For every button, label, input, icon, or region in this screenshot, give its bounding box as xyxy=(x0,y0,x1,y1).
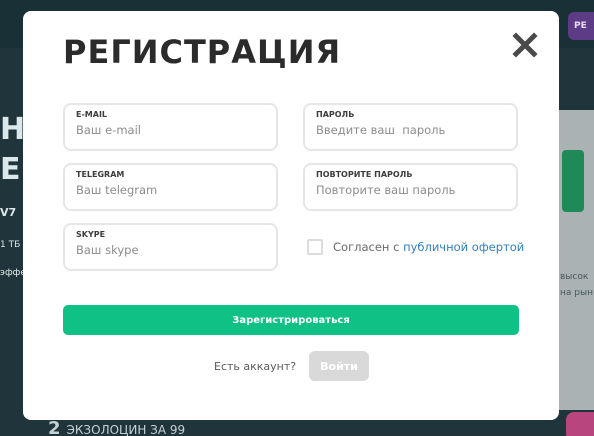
password-repeat-label: ПОВТОРИТЕ ПАРОЛЬ xyxy=(316,170,413,179)
email-field[interactable]: E-MAIL xyxy=(63,103,278,151)
register-button[interactable]: Зарегистрироваться xyxy=(63,305,519,335)
login-button[interactable]: Войти xyxy=(309,351,369,381)
agree-prefix: Согласен с xyxy=(333,240,400,254)
background-bottom-number: 2 xyxy=(48,418,61,436)
password-label: ПАРОЛЬ xyxy=(316,110,355,119)
password-repeat-input[interactable] xyxy=(316,182,506,198)
skype-label: SKYPE xyxy=(76,230,106,239)
agree-text: Согласен с публичной офертой xyxy=(333,240,524,254)
background-card-text-2: на рын xyxy=(560,288,593,298)
public-offer-link[interactable]: публичной офертой xyxy=(403,240,524,254)
telegram-label: TELEGRAM xyxy=(76,170,125,179)
background-gift-icon xyxy=(562,150,584,212)
background-text-3: эффе xyxy=(0,268,24,278)
email-input[interactable] xyxy=(76,122,266,138)
background-header-button: РЕ xyxy=(568,12,594,40)
background-text-2: 1 ТБ xyxy=(0,240,21,250)
telegram-field[interactable]: TELEGRAM xyxy=(63,163,278,211)
skype-field[interactable]: SKYPE xyxy=(63,223,278,271)
have-account-text: Есть аккаунт? xyxy=(214,360,297,373)
password-repeat-field[interactable]: ПОВТОРИТЕ ПАРОЛЬ xyxy=(303,163,518,211)
background-bottom-item: 2 ЭКЗОЛОЦИН ЗА 99 xyxy=(48,418,198,436)
telegram-input[interactable] xyxy=(76,182,266,198)
skype-input[interactable] xyxy=(76,242,266,258)
background-card-text-1: высок xyxy=(560,272,589,282)
background-heading-line-1: Н xyxy=(0,112,24,147)
background-bottom-text: ЭКЗОЛОЦИН ЗА 99 xyxy=(66,423,186,436)
background-chat-button xyxy=(566,412,594,436)
agree-checkbox[interactable] xyxy=(307,239,323,255)
email-label: E-MAIL xyxy=(76,110,108,119)
modal-title: РЕГИСТРАЦИЯ xyxy=(63,33,342,71)
close-button[interactable] xyxy=(511,31,539,59)
background-heading-line-2: Е xyxy=(0,152,21,187)
password-input[interactable] xyxy=(316,122,506,138)
password-field[interactable]: ПАРОЛЬ xyxy=(303,103,518,151)
agree-row: Согласен с публичной офертой xyxy=(307,238,524,256)
background-text-1: V7 xyxy=(0,206,17,219)
registration-modal: РЕГИСТРАЦИЯ E-MAIL ПАРОЛЬ TELEGRAM ПОВТО… xyxy=(23,11,559,420)
close-icon xyxy=(512,32,538,58)
